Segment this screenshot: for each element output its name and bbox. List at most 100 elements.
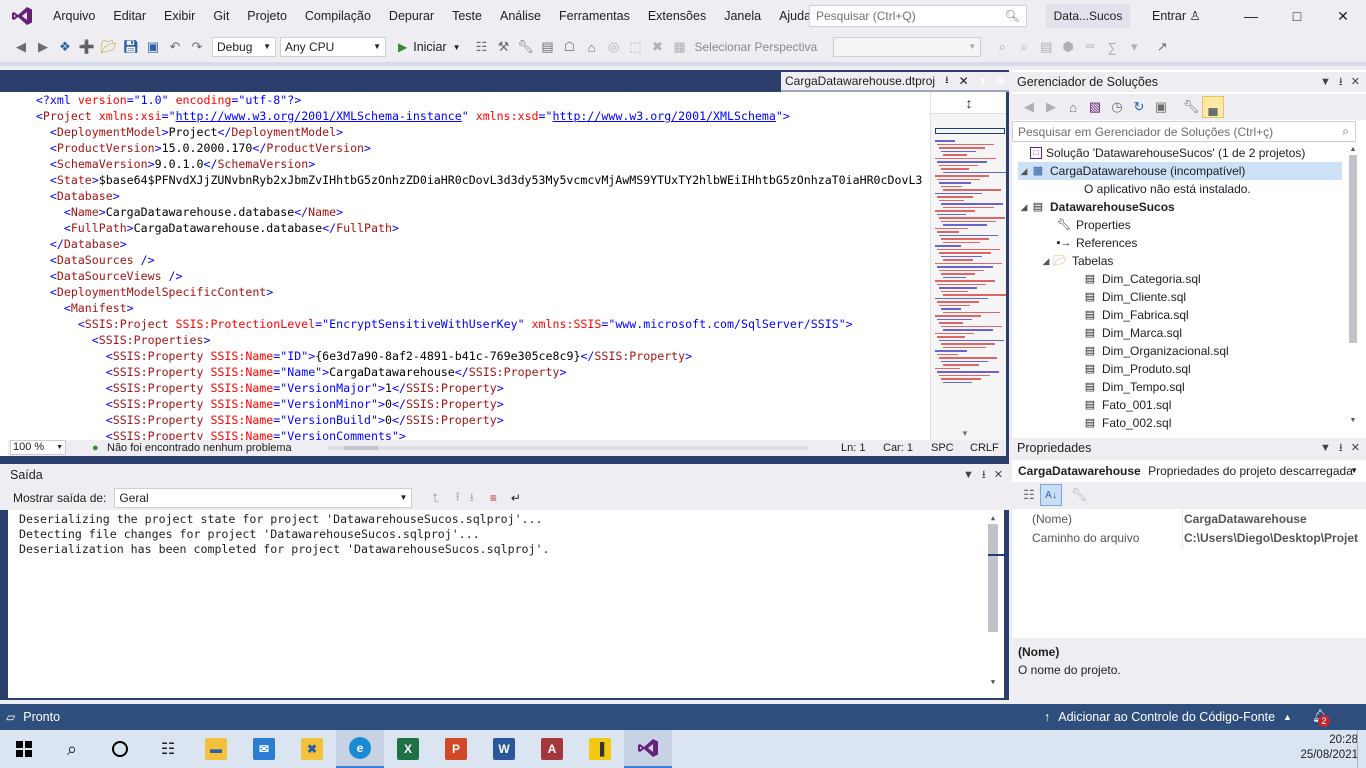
tree-file[interactable]: ▤ Dim_Organizacional.sql	[1082, 342, 1366, 360]
code-link[interactable]: http://www.w3.org/2001/XMLSchema	[553, 109, 776, 123]
code-line[interactable]: <Name>CargaDatawarehouse.database</Name>	[8, 204, 930, 220]
visual-studio-logo-icon[interactable]	[0, 0, 44, 32]
open-folder-icon[interactable]: 📂︎	[98, 36, 120, 58]
solution-name-badge[interactable]: Data...Sucos	[1046, 4, 1130, 28]
forward-icon[interactable]: ▶	[32, 36, 54, 58]
maximize-button[interactable]: □	[1274, 0, 1320, 32]
code-line[interactable]: <ProductVersion>15.0.2000.170</ProductVe…	[8, 140, 930, 156]
show-desktop-button[interactable]	[1357, 730, 1366, 768]
menu-item[interactable]: Exibir	[155, 0, 204, 32]
visual-studio-button[interactable]	[624, 730, 672, 768]
tree-file[interactable]: ▤ Dim_Tempo.sql	[1082, 378, 1366, 396]
scroll-down-icon[interactable]: ▼	[988, 678, 998, 686]
toolbox-icon[interactable]: ☖	[559, 36, 581, 58]
database-icon[interactable]: ◎	[603, 36, 625, 58]
code-line[interactable]: <SSIS:Property SSIS:Name="VersionMajor">…	[8, 380, 930, 396]
word-wrap-icon[interactable]: ↵	[511, 491, 521, 505]
code-line[interactable]: <SSIS:Property SSIS:Name="VersionComment…	[8, 428, 930, 440]
tree-properties[interactable]: 🔧︎ Properties	[1056, 216, 1366, 234]
expand-icon[interactable]: ◢	[1018, 198, 1030, 216]
cube-icon[interactable]: ⬚	[625, 36, 647, 58]
expand-icon[interactable]: ◢	[1040, 252, 1052, 270]
tree-file[interactable]: ▤ Dim_Fabrica.sql	[1082, 306, 1366, 324]
code-line[interactable]: <SchemaVersion>9.0.1.0</SchemaVersion>	[8, 156, 930, 172]
tree-project-carga[interactable]: ◢ ▩ CargaDatawarehouse (incompatível)	[1018, 162, 1342, 180]
code-line[interactable]: <DataSourceViews />	[8, 268, 930, 284]
code-line[interactable]: <FullPath>CargaDatawarehouse.database</F…	[8, 220, 930, 236]
zoom-select[interactable]: 100 % ▼	[10, 440, 66, 455]
close-tab-icon[interactable]: ✕	[959, 74, 969, 88]
new-project-icon[interactable]: ❖	[54, 36, 76, 58]
link-icon[interactable]: ⬢	[1057, 36, 1079, 58]
grid-splitter[interactable]	[1182, 509, 1183, 549]
code-line[interactable]: <SSIS:Properties>	[8, 332, 930, 348]
settings-icon[interactable]: ⚙	[996, 75, 1006, 88]
hierarchy-icon[interactable]: ⮹	[1079, 36, 1101, 58]
pin-icon[interactable]: ⭳	[945, 73, 949, 90]
add-item-icon[interactable]: ➕	[76, 36, 98, 58]
tab-overflow-icon[interactable]: ▼	[979, 76, 988, 86]
search-box[interactable]: Pesquisar (Ctrl+Q) 🔍︎	[809, 5, 1027, 27]
pin-icon[interactable]: ⭳	[1339, 72, 1343, 92]
start-button[interactable]: ▶ Iniciar ▼	[398, 40, 461, 54]
search-button[interactable]: ⌕	[48, 730, 96, 768]
access-button[interactable]: A	[528, 730, 576, 768]
prev-message-icon[interactable]: ⭱	[455, 488, 459, 509]
whitespace-indicator[interactable]: SPC	[931, 440, 954, 456]
output-toggle-icon[interactable]: ▱	[6, 710, 15, 724]
scroll-down-icon[interactable]: ▼	[1348, 417, 1358, 424]
perspective-select[interactable]: ▼	[833, 37, 982, 57]
menu-item[interactable]: Compilação	[296, 0, 380, 32]
scrollbar-thumb[interactable]	[988, 524, 998, 632]
property-row[interactable]: Caminho do arquivo C:\Users\Diego\Deskto…	[1012, 529, 1366, 548]
table-icon[interactable]: ▤	[1035, 36, 1057, 58]
configuration-select[interactable]: Debug ▼	[212, 37, 276, 57]
excel-button[interactable]: X	[384, 730, 432, 768]
notifications-button[interactable]: 🔔︎ 2	[1312, 708, 1330, 727]
tree-file[interactable]: ▤ Dim_Marca.sql	[1082, 324, 1366, 342]
refresh-icon[interactable]: ↻	[1128, 96, 1150, 118]
live-share-icon[interactable]: ↗	[1151, 36, 1173, 58]
code-editor[interactable]: <?xml version="1.0" encoding="utf-8"?> <…	[8, 92, 1006, 456]
menu-item[interactable]: Teste	[443, 0, 491, 32]
tree-references[interactable]: ▪→ References	[1056, 234, 1366, 252]
output-source-select[interactable]: Geral ▼	[114, 488, 413, 508]
property-row[interactable]: (Nome) CargaDatawarehouse	[1012, 510, 1366, 529]
tree-file[interactable]: ▤ Dim_Categoria.sql	[1082, 270, 1366, 288]
tree-file[interactable]: ▤ Dim_Produto.sql	[1082, 360, 1366, 378]
powerbi-button[interactable]: ▐	[576, 730, 624, 768]
issues-status[interactable]: Não foi encontrado nenhum problema	[107, 440, 292, 456]
tree-file[interactable]: ▤ Dim_Cliente.sql	[1082, 288, 1366, 306]
scroll-up-icon[interactable]: ▲	[1348, 146, 1358, 153]
tree-file[interactable]: ▤ Fato_001.sql	[1082, 396, 1366, 414]
menu-item[interactable]: Depurar	[380, 0, 443, 32]
menu-item[interactable]: Git	[204, 0, 238, 32]
tree-folder-tabelas[interactable]: ◢ 📂︎ Tabelas	[1040, 252, 1366, 270]
pin-icon[interactable]: ⭳	[982, 464, 986, 486]
code-line[interactable]: <DeploymentModel>Project</DeploymentMode…	[8, 124, 930, 140]
save-all-icon[interactable]: ▣	[142, 36, 164, 58]
switch-views-icon[interactable]: ▧	[1084, 96, 1106, 118]
scroll-up-icon[interactable]: ▲	[988, 514, 998, 522]
menu-item[interactable]: Extensões	[639, 0, 715, 32]
redo-icon[interactable]: ↷	[186, 36, 208, 58]
sum-icon[interactable]: ∑	[1101, 36, 1123, 58]
expand-icon[interactable]: ◢	[1018, 162, 1030, 180]
goto-error-icon[interactable]: ⮤	[432, 491, 439, 506]
undo-icon[interactable]: ↶	[164, 36, 186, 58]
properties-wrench-icon[interactable]: 🔧︎	[1180, 96, 1202, 118]
code-line[interactable]: <Project xmlns:xsi="http://www.w3.org/20…	[8, 108, 930, 124]
code-line[interactable]: </Database>	[8, 236, 930, 252]
dropdown-icon[interactable]: ▼	[1320, 72, 1331, 92]
menu-item[interactable]: Ferramentas	[550, 0, 639, 32]
close-icon[interactable]: ✕	[1351, 72, 1360, 92]
document-tab[interactable]: CargaDatawarehouse.dtproj ⭳ ✕ ▼ ⚙	[781, 72, 1009, 92]
preview-icon[interactable]: ▄	[1202, 96, 1224, 118]
pending-changes-icon[interactable]: ◷	[1106, 96, 1128, 118]
tree-solution[interactable]: □ Solução 'DatawarehouseSucos' (1 de 2 p…	[1018, 144, 1348, 162]
code-line[interactable]: <SSIS:Property SSIS:Name="ID">{6e3d7a90-…	[8, 348, 930, 364]
code-line[interactable]: <SSIS:Property SSIS:Name="VersionBuild">…	[8, 412, 930, 428]
vertical-scrollbar[interactable]: ▲ ▼	[988, 514, 998, 690]
close-button[interactable]: ✕	[1320, 0, 1366, 32]
edge-button[interactable]: e	[336, 730, 384, 768]
